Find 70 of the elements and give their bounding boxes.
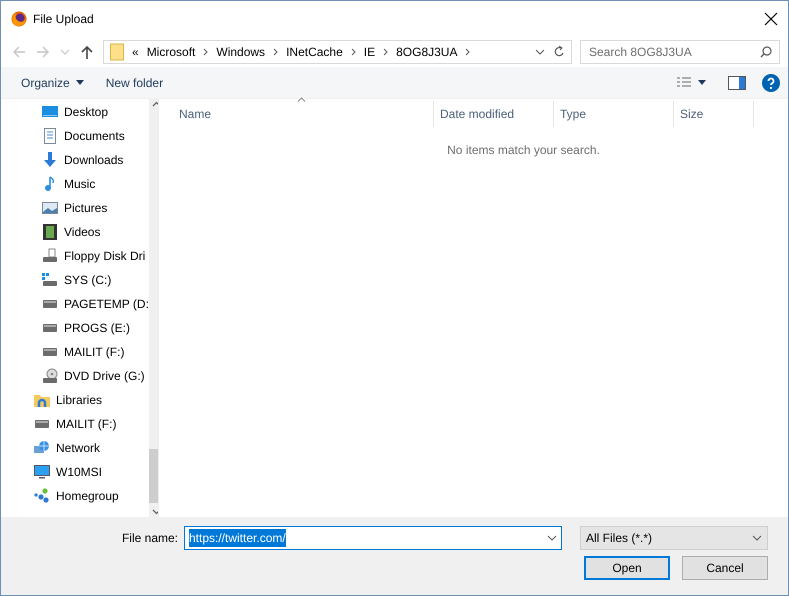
column-header[interactable]: Name xyxy=(159,101,434,127)
overflow-chevrons[interactable]: « xyxy=(132,43,139,61)
up-arrow-icon[interactable] xyxy=(79,44,95,60)
caret-icon xyxy=(76,80,84,85)
down-arrow-icon xyxy=(42,152,58,168)
organize-menu-button[interactable]: Organize xyxy=(15,70,90,94)
file-name-field[interactable]: https://twitter.com/ xyxy=(184,526,562,550)
chevron-right-icon xyxy=(465,48,470,56)
sidebar-item[interactable]: MAILIT (F:) xyxy=(1,340,149,364)
browser-logo-icon xyxy=(11,11,27,27)
disc-drive-icon xyxy=(42,368,58,384)
list-view-icon xyxy=(676,76,692,90)
folder-icon xyxy=(34,392,50,408)
file-name-label: File name: xyxy=(122,530,178,547)
sidebar-item[interactable]: Downloads xyxy=(1,148,149,172)
sidebar-item[interactable]: Homegroup xyxy=(1,484,149,508)
chevron-right-icon xyxy=(203,48,208,56)
dropdown-caret-icon xyxy=(547,535,557,541)
breadcrumb-segment[interactable]: IE xyxy=(364,43,376,61)
search-field[interactable]: Search 8OG8J3UA xyxy=(580,40,780,64)
sidebar-item[interactable]: PAGETEMP (D: xyxy=(1,292,149,316)
chevron-right-icon xyxy=(383,48,388,56)
monitor-icon xyxy=(34,464,50,480)
caret-icon xyxy=(698,80,706,85)
toolbar-button[interactable]: New folder xyxy=(100,70,170,94)
picture-icon xyxy=(42,200,58,216)
homegroup-icon xyxy=(34,488,50,504)
breadcrumb-segment[interactable]: Windows xyxy=(216,43,266,61)
sidebar-item[interactable]: DVD Drive (G:) xyxy=(1,364,149,388)
network-globe-icon xyxy=(34,440,50,456)
folder-icon xyxy=(110,43,124,61)
window-title: File Upload xyxy=(33,11,95,28)
film-icon xyxy=(42,224,58,240)
sidebar-item[interactable]: Network xyxy=(1,436,149,460)
sort-ascending-icon xyxy=(297,97,306,102)
column-header[interactable]: Type xyxy=(554,101,674,127)
chevron-right-icon xyxy=(350,48,356,56)
pane-icon xyxy=(728,76,746,90)
help-icon[interactable] xyxy=(762,74,780,92)
cancel-button[interactable]: Cancel xyxy=(682,556,768,580)
address-bar[interactable]: « Microsoft Windows INetCache IE 8OG8J3UA xyxy=(103,40,572,64)
open-button[interactable]: Open xyxy=(584,556,670,580)
sidebar-item[interactable]: SYS (C:) xyxy=(1,268,149,292)
document-icon xyxy=(42,128,58,144)
desktop-icon xyxy=(42,104,58,120)
column-header[interactable]: Size xyxy=(674,101,754,127)
chevron-right-icon xyxy=(273,48,278,56)
breadcrumb-segment[interactable]: INetCache xyxy=(286,43,343,61)
column-header[interactable]: Date modified xyxy=(434,101,554,127)
empty-message: No items match your search. xyxy=(446,142,601,159)
sidebar-item[interactable]: MAILIT (F:) xyxy=(1,412,149,436)
refresh-icon[interactable] xyxy=(553,45,565,59)
sidebar-item[interactable]: PROGS (E:) xyxy=(1,316,149,340)
file-type-dropdown[interactable]: All Files (*.*) xyxy=(580,526,768,550)
sidebar-item[interactable]: Floppy Disk Dri xyxy=(1,244,149,268)
breadcrumb-segment[interactable]: 8OG8J3UA xyxy=(396,43,458,61)
dropdown-caret-icon[interactable] xyxy=(535,49,545,55)
drive-icon xyxy=(42,248,58,264)
sidebar-item[interactable]: W10MSI xyxy=(1,460,149,484)
close-icon[interactable] xyxy=(764,12,778,26)
sidebar-item[interactable]: Pictures xyxy=(1,196,149,220)
search-icon xyxy=(760,46,772,58)
sidebar-item[interactable]: Libraries xyxy=(1,388,149,412)
sidebar-item[interactable]: Videos xyxy=(1,220,149,244)
sidebar-item[interactable]: Documents xyxy=(1,124,149,148)
dropdown-caret-icon xyxy=(752,535,762,541)
drive-icon xyxy=(42,272,58,288)
sidebar-item[interactable]: Music xyxy=(1,172,149,196)
sidebar-item[interactable]: Desktop xyxy=(1,100,149,124)
breadcrumb-segment[interactable]: Microsoft xyxy=(146,43,196,61)
